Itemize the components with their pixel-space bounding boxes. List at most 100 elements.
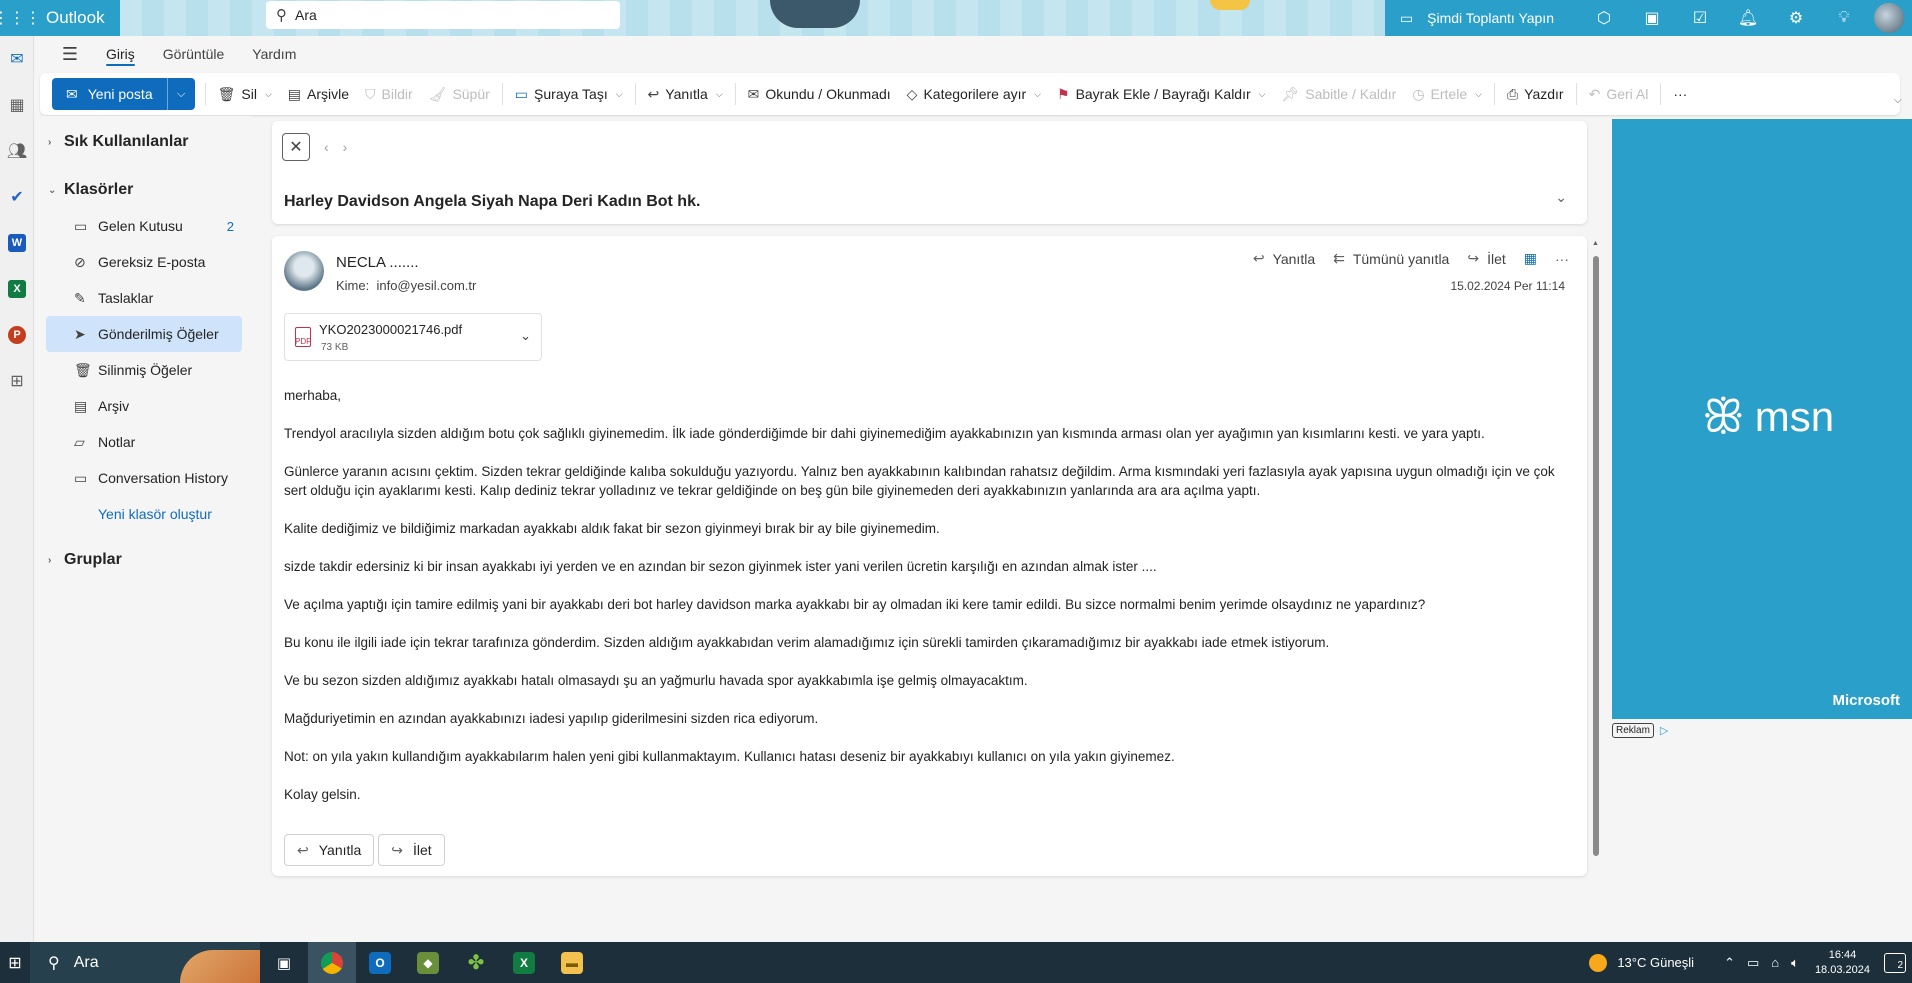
powerpoint-icon[interactable]: P [0,312,34,358]
notifications-bell-icon[interactable]: 🔔︎ [1724,0,1772,36]
next-arrow-icon[interactable]: › [343,139,348,155]
categorize-button[interactable]: ◇ Kategorilere ayır ⌵ [899,78,1049,110]
print-button[interactable]: ⎙ Yazdır [1499,78,1572,110]
bottom-reply-button[interactable]: ↩ Yanıtla [284,834,375,866]
folders-section[interactable]: ⌄ Klasörler [34,172,252,208]
new-mail-button[interactable]: ✉ Yeni posta [52,78,167,110]
more-apps-icon[interactable]: ⊞ [0,358,34,404]
folder-item-notes[interactable]: ▱ Notlar [46,424,242,460]
sender-name[interactable]: NECLA ....... [336,254,419,271]
ribbon-collapse-icon[interactable]: ⌵ [1894,95,1902,106]
chevron-down-icon[interactable]: ⌵ [1034,89,1041,100]
network-icon[interactable]: ⌂ [1771,955,1779,970]
folder-item-archive[interactable]: ▤ Arşiv [46,388,242,424]
weather-widget[interactable]: 13°C Güneşli [1589,953,1694,972]
new-mail-dropdown[interactable]: ⌵ [166,78,195,110]
chevron-down-icon[interactable]: ⌵ [716,89,723,100]
meet-now-button[interactable]: ▭ Şimdi Toplantı Yapın [1400,10,1554,27]
move-to-button[interactable]: ▭ Şuraya Taşı ⌵ [507,78,631,110]
immersive-reader-icon[interactable]: ▦ [1524,250,1537,267]
chrome-icon[interactable] [308,942,356,983]
settings-gear-icon[interactable]: ⚙ [1772,0,1820,36]
sender-avatar[interactable] [284,251,324,291]
chevron-down-icon[interactable]: ⌵ [1475,89,1482,100]
people-icon[interactable]: 👥︎ [0,128,34,174]
todo-check-icon[interactable]: ✔ [0,174,34,220]
folder-item-sent[interactable]: ➤ Gönderilmiş Öğeler [46,316,242,352]
chevron-down-icon[interactable]: ⌵ [616,89,623,100]
my-day-icon[interactable]: ☑ [1676,0,1724,36]
word-icon[interactable]: W [0,220,34,266]
tab-home[interactable]: Giriş [92,36,149,72]
favorites-section[interactable]: › Sık Kullanılanlar [34,124,252,160]
folder-label: Conversation History [98,470,228,486]
report-button[interactable]: ⛉ Bildir [357,78,421,110]
reading-pane-scrollbar[interactable]: ▲ [1592,240,1600,860]
bottom-forward-button[interactable]: ↪ İlet [378,834,445,866]
file-explorer-icon[interactable]: ▬ [548,942,596,983]
app-name[interactable]: Outlook [46,8,216,28]
outlook-taskbar-icon[interactable]: O [356,942,404,983]
close-icon[interactable]: ✕ [282,133,310,161]
ad-choices-icon[interactable]: ▷ [1660,724,1668,737]
scrollbar-thumb[interactable] [1593,256,1599,856]
folder-item-conversation-history[interactable]: ▭ Conversation History [46,460,242,496]
volume-icon[interactable]: 🔈︎ [1791,955,1799,971]
notification-center-icon[interactable]: 2 [1884,952,1906,973]
recipient-address[interactable]: info@yesil.com.tr [376,278,476,293]
chevron-down-icon: ⌄ [48,184,57,196]
chevron-down-icon[interactable]: ⌵ [1259,89,1266,100]
folder-item-drafts[interactable]: ✎ Taslaklar [46,280,242,316]
teams-icon[interactable]: ⬡ [1580,0,1628,36]
snooze-button[interactable]: ◷ Ertele ⌵ [1404,78,1490,110]
forward-button[interactable]: ↪ İlet [1467,250,1505,267]
office-icon[interactable]: ▣ [1628,0,1676,36]
chevron-down-icon[interactable]: ⌄ [520,328,531,344]
app-taskbar-icon[interactable]: ◆ [404,942,452,983]
ribbon-tabs: ☰ Giriş Görüntüle Yardım [34,36,1912,72]
previous-arrow-icon[interactable]: ‹ [324,139,329,155]
ad-tag[interactable]: Reklam [1612,723,1654,738]
groups-section[interactable]: › Gruplar [34,542,252,578]
more-options-button[interactable]: ··· [1665,78,1695,110]
app-launcher-icon[interactable]: ⋮⋮⋮ [0,0,41,36]
calendar-icon[interactable]: ▦ [0,82,34,128]
excel-icon[interactable]: X [0,266,34,312]
scroll-up-icon[interactable]: ▲ [1592,240,1599,247]
excel-taskbar-icon[interactable]: X [500,942,548,983]
taskbar-clock[interactable]: 16:44 18.03.2024 [1815,948,1870,978]
tab-view[interactable]: Görüntüle [149,36,238,72]
pin-button[interactable]: 📌︎ Sabitle / Kaldır [1273,78,1404,110]
advertisement-panel[interactable]: ꕥ msn Microsoft [1612,119,1912,719]
folder-item-junk[interactable]: ⊘ Gereksiz E-posta [46,244,242,280]
chevron-down-icon[interactable]: ⌄ [1555,189,1567,206]
archive-button[interactable]: ▤ Arşivle [280,78,357,110]
hamburger-menu-icon[interactable]: ☰ [48,44,92,65]
chevron-down-icon[interactable]: ⌵ [265,89,272,100]
delete-button[interactable]: 🗑︎ Sil ⌵ [210,78,280,110]
flag-button[interactable]: ⚑ Bayrak Ekle / Bayrağı Kaldır ⌵ [1049,78,1273,110]
mail-icon[interactable]: ✉ [0,36,34,82]
more-actions-icon[interactable]: ··· [1555,251,1569,267]
new-folder-link[interactable]: Yeni klasör oluştur [34,496,252,532]
reply-ribbon-button[interactable]: ↩ Yanıtla ⌵ [640,78,731,110]
reply-all-button[interactable]: ⇇ Tümünü yanıtla [1333,250,1449,267]
clover-app-icon[interactable]: ✤ [452,942,500,983]
folder-item-inbox[interactable]: ▭ Gelen Kutusu 2 [46,208,242,244]
search-input[interactable]: ⚲ Ara [266,1,620,29]
task-view-icon[interactable]: ▣ [260,942,308,983]
sweep-button[interactable]: 🧹︎ Süpür [421,78,498,110]
tips-lightbulb-icon[interactable]: 💡︎ [1820,0,1868,36]
tab-help[interactable]: Yardım [238,36,310,72]
windows-start-icon[interactable]: ⊞ [0,953,30,973]
undo-button[interactable]: ↶ Geri Al [1581,78,1657,110]
taskbar-search[interactable]: ⚲ Ara [30,942,260,983]
account-avatar[interactable] [1874,3,1904,33]
read-unread-button[interactable]: ✉ Okundu / Okunmadı [740,78,899,110]
display-icon[interactable]: ▭ [1747,955,1759,971]
folder-item-deleted[interactable]: 🗑︎ Silinmiş Öğeler [46,352,242,388]
reply-button[interactable]: ↩ Yanıtla [1253,250,1315,267]
attachment-card[interactable]: PDF YKO2023000021746.pdf 73 KB ⌄ [284,313,542,361]
whale-illustration [770,0,860,28]
chevron-up-icon[interactable]: ⌃ [1724,955,1735,971]
